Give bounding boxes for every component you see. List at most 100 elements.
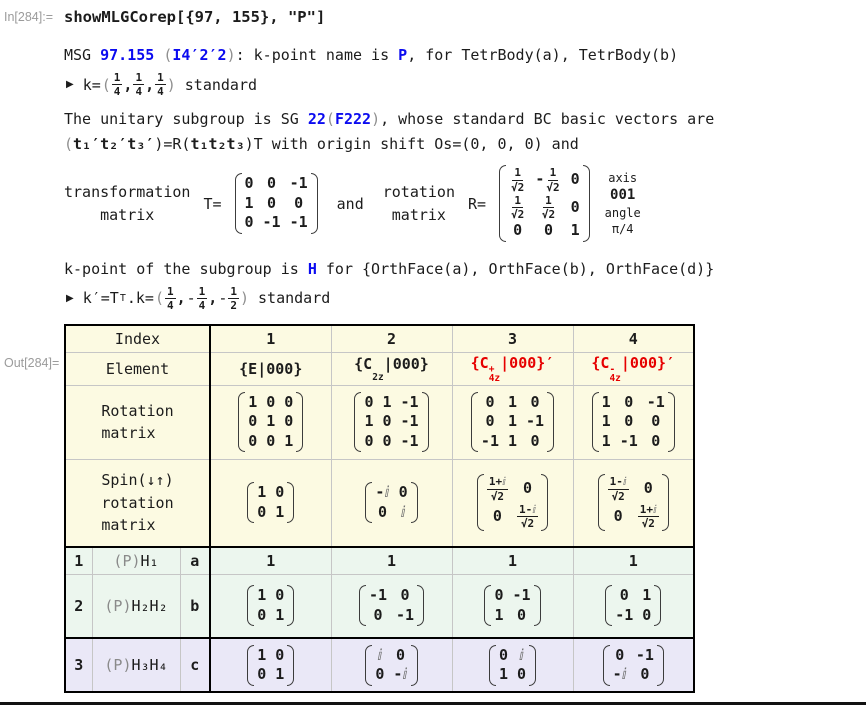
r-equals: R= — [468, 195, 486, 213]
spin-matrix-2: -ⅈ00ⅈ — [331, 459, 452, 547]
col-header-4: 4 — [573, 325, 694, 352]
corep-value: 1 — [210, 547, 331, 574]
spin-rotation-header: Spin(↓↑)rotationmatrix — [65, 459, 210, 547]
element-cell-1: {E|000} — [210, 352, 331, 385]
element-header: Element — [65, 352, 210, 385]
spin-matrix-3: 1+ⅈ√2001-ⅈ√2 — [452, 459, 573, 547]
corep-label: (P)H₃H₄ — [92, 638, 180, 692]
msg-mid: k-point name is — [254, 46, 399, 64]
basis-tail: )T with origin shift Os=(0, 0, 0) and — [245, 135, 579, 153]
kprime-frac-2: 14 — [197, 285, 208, 312]
p-prefix: (P) — [104, 656, 131, 674]
kprime-frac-1: 14 — [165, 285, 176, 312]
row-letter: c — [180, 638, 210, 692]
paren: ) — [167, 76, 176, 94]
subgroup-kpoint-line: k-point of the subgroup is H for {OrthFa… — [64, 260, 866, 278]
corep-value: 1 — [452, 547, 573, 574]
basis-vectors-line: (t₁′t₂′t₃′)=R(t₁t₂t₃)T with origin shift… — [64, 135, 866, 153]
in-cell-label: In[284]:= — [4, 10, 53, 24]
label-line: matrix — [101, 514, 173, 537]
angle-value: π/4 — [605, 221, 641, 237]
row-number: 2 — [65, 574, 92, 638]
element-cell-3: {C+4z|000}′ — [452, 352, 573, 385]
element-pre: {C — [471, 354, 489, 372]
k-frac-3: 14 — [155, 71, 166, 98]
element-post: |000} — [384, 355, 429, 373]
msg-colon: : — [236, 46, 254, 64]
rotation-matrix-3: 01001-1-110 — [452, 385, 573, 459]
k-vector: k=(14, 14, 14) — [83, 71, 176, 98]
triangle-bullet-icon: ▶ — [66, 79, 74, 90]
k-frac-1: 14 — [112, 71, 123, 98]
kprime-lead: k′=T — [83, 289, 119, 307]
element-pre: {C — [591, 354, 609, 372]
p-prefix: (P) — [113, 552, 140, 570]
minus: - — [187, 289, 196, 307]
corep-matrix: 01-10 — [573, 574, 694, 638]
window-bottom-edge — [0, 702, 866, 705]
kpoint2-tail: for {OrthFace(a), OrthFace(b), OrthFace(… — [317, 260, 714, 278]
paren: ) — [371, 110, 380, 128]
kprime-eq: .k= — [127, 289, 154, 307]
index-header: Index — [65, 325, 210, 352]
col-header-3: 3 — [452, 325, 573, 352]
rotation-matrix-1: 100010001 — [210, 385, 331, 459]
msg-symbol: I4′2′2 — [172, 46, 226, 64]
corep-matrix: -100-1 — [331, 574, 452, 638]
label-line: Spin(↓↑) — [101, 469, 173, 492]
rotation-matrix-4: 10-11001-10 — [573, 385, 694, 459]
kprime-standard-label: standard — [258, 289, 330, 307]
corep-value: 1 — [331, 547, 452, 574]
paren: ) — [240, 289, 249, 307]
comma: , — [145, 76, 154, 94]
label-line: Rotation — [101, 400, 173, 423]
row-number: 1 — [65, 547, 92, 574]
code-input-line[interactable]: showMLGCorep[{97, 155}, "P"] — [64, 8, 866, 26]
rotation-matrix-row: Rotationmatrix 100010001 01-110-100-1 01… — [65, 385, 694, 459]
element-pre: {C — [354, 355, 372, 373]
paren: ) — [227, 46, 236, 64]
rotation-matrix-2: 01-110-100-1 — [331, 385, 452, 459]
element-post: |000}′ — [621, 354, 675, 372]
corep-table: Index 1 2 3 4 Element {E|000} {C2z|000} … — [64, 324, 695, 693]
msg-number: 97.155 — [100, 46, 154, 64]
corep-row-3: 3 (P)H₃H₄ c 1001 ⅈ00-ⅈ 0ⅈ10 0-1-ⅈ0 — [65, 638, 694, 692]
msg-lead: MSG — [64, 46, 100, 64]
label-line: transformation — [64, 181, 190, 204]
transformation-matrix-label: transformationmatrix — [64, 181, 190, 226]
subgroup-kpoint-name: H — [308, 260, 317, 278]
row-letter: b — [180, 574, 210, 638]
row-letter: a — [180, 547, 210, 574]
k-standard-line: ▶ k=(14, 14, 14) standard — [66, 71, 866, 98]
index-row: Index 1 2 3 4 — [65, 325, 694, 352]
corep-row-2: 2 (P)H₂H₂ b 1001 -100-1 0-110 01-10 — [65, 574, 694, 638]
spin-rotation-row: Spin(↓↑)rotationmatrix 1001 -ⅈ00ⅈ 1+ⅈ√20… — [65, 459, 694, 547]
label-line: rotation — [101, 492, 173, 515]
paren: ( — [64, 135, 73, 153]
unitary-tail: , whose standard BC basic vectors are — [380, 110, 714, 128]
corep-value: 1 — [573, 547, 694, 574]
unitary-subgroup-line: The unitary subgroup is SG 22(F222), who… — [64, 110, 866, 128]
k-eq: k= — [83, 76, 101, 94]
element-row: Element {E|000} {C2z|000} {C+4z|000}′ {C… — [65, 352, 694, 385]
axis-angle-note: axis 001 angle π/4 — [605, 170, 641, 237]
kpoint2-lead: k-point of the subgroup is — [64, 260, 308, 278]
label-line: matrix — [64, 204, 190, 227]
corep-matrix: 0ⅈ10 — [452, 638, 573, 692]
triangle-bullet-icon: ▶ — [66, 293, 74, 304]
sg-number: 22 — [308, 110, 326, 128]
corep-matrix: 1001 — [210, 574, 331, 638]
and-label: and — [337, 195, 364, 213]
corep-label: (P)H₁ — [92, 547, 180, 574]
axis-value: 001 — [605, 186, 641, 205]
kpoint-name: P — [398, 46, 407, 64]
element-sub: 4z — [489, 374, 500, 384]
k-frac-2: 14 — [133, 71, 144, 98]
rotation-matrix-header: Rotationmatrix — [65, 385, 210, 459]
transpose-sup: T — [120, 293, 126, 304]
corep-name: H₂H₂ — [131, 597, 167, 615]
spin-matrix-1: 1001 — [210, 459, 331, 547]
col-header-1: 1 — [210, 325, 331, 352]
r-matrix: 1√2-1√201√21√20001 — [499, 163, 590, 243]
notebook-content: showMLGCorep[{97, 155}, "P"] MSG 97.155 … — [0, 0, 866, 693]
